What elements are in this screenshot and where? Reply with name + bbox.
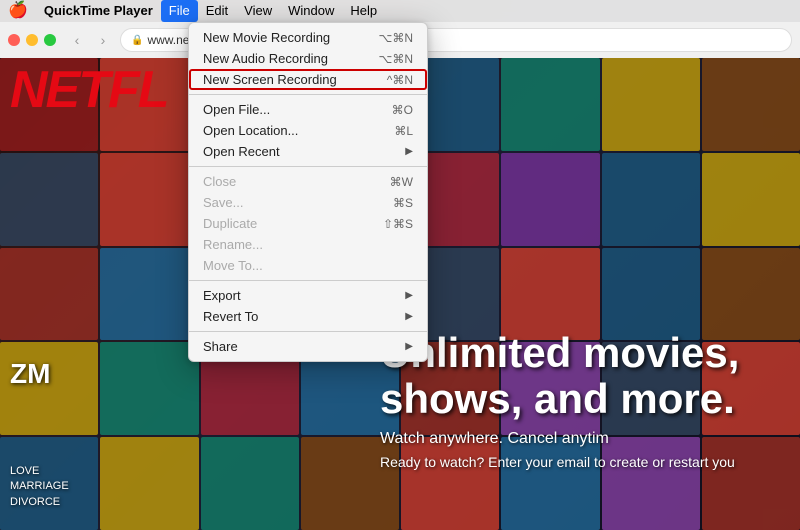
menu-shortcut: ⌘O: [392, 103, 413, 117]
menu-item-revert-to[interactable]: Revert To ▶: [189, 306, 427, 327]
submenu-arrow-icon: ▶: [405, 341, 413, 352]
menubar-help[interactable]: Help: [342, 0, 385, 22]
menubar-window[interactable]: Window: [280, 0, 342, 22]
menu-item-export[interactable]: Export ▶: [189, 285, 427, 306]
bg-tile: [702, 153, 800, 246]
menu-separator: [189, 94, 427, 95]
window-controls: [8, 34, 56, 46]
bottom-left-text: LOVE MARRIAGE DIVORCE: [10, 464, 69, 510]
hero-headline: Unlimited movies, shows, and more.: [380, 330, 800, 422]
maximize-button[interactable]: [44, 34, 56, 46]
submenu-arrow-icon: ▶: [405, 290, 413, 301]
menu-label: Close: [203, 174, 236, 189]
menu-shortcut: ⌘W: [390, 175, 413, 189]
menu-item-new-movie-recording[interactable]: New Movie Recording ⌥⌘N: [189, 27, 427, 48]
netflix-hero: Unlimited movies, shows, and more. Watch…: [380, 330, 800, 470]
bg-tile: [501, 153, 599, 246]
watch-text: Watch anywhere. Cancel anytim: [380, 430, 800, 448]
menu-separator: [189, 280, 427, 281]
submenu-arrow-icon: ▶: [405, 146, 413, 157]
menu-label: New Movie Recording: [203, 30, 330, 45]
menubar-edit[interactable]: Edit: [198, 0, 236, 22]
bg-tile: [602, 248, 700, 341]
menu-item-open-location...[interactable]: Open Location... ⌘L: [189, 120, 427, 141]
bg-tile: [100, 248, 198, 341]
bg-tile: [602, 153, 700, 246]
bg-tile: [100, 437, 198, 530]
menu-item-duplicate: Duplicate ⇧⌘S: [189, 213, 427, 234]
menu-shortcut: ⌥⌘N: [379, 31, 414, 45]
bg-tile: [100, 153, 198, 246]
menubar-file[interactable]: File: [161, 0, 198, 22]
menu-label: Duplicate: [203, 216, 257, 231]
menu-label: New Audio Recording: [203, 51, 328, 66]
menu-label: Rename...: [203, 237, 263, 252]
menu-label: Open File...: [203, 102, 270, 117]
minimize-button[interactable]: [26, 34, 38, 46]
menu-label: Open Location...: [203, 123, 298, 138]
close-button[interactable]: [8, 34, 20, 46]
menu-shortcut: ⌘S: [393, 196, 413, 210]
menu-shortcut: ⇧⌘S: [383, 217, 413, 231]
menu-separator: [189, 166, 427, 167]
menu-item-share[interactable]: Share ▶: [189, 336, 427, 357]
menu-separator: [189, 331, 427, 332]
menubar: 🍎 QuickTime Player File Edit View Window…: [0, 0, 800, 22]
menu-item-rename...: Rename...: [189, 234, 427, 255]
bg-tile: [100, 342, 198, 435]
bg-tile: [501, 58, 599, 151]
menu-label: Move To...: [203, 258, 263, 273]
menu-item-open-file...[interactable]: Open File... ⌘O: [189, 99, 427, 120]
forward-button[interactable]: ›: [92, 29, 114, 51]
menu-label: Save...: [203, 195, 243, 210]
zm-logo: ZM: [10, 358, 50, 390]
menu-item-move-to...: Move To...: [189, 255, 427, 276]
bg-tile: [201, 437, 299, 530]
menu-shortcut: ^⌘N: [387, 73, 413, 87]
lock-icon: 🔒: [131, 35, 143, 46]
apple-menu[interactable]: 🍎: [0, 0, 36, 22]
menubar-quicktime[interactable]: QuickTime Player: [36, 0, 161, 22]
back-button[interactable]: ‹: [66, 29, 88, 51]
menu-label: Share: [203, 339, 238, 354]
netflix-logo: NETFL: [10, 60, 168, 120]
menu-shortcut: ⌘L: [394, 124, 413, 138]
menu-item-new-audio-recording[interactable]: New Audio Recording ⌥⌘N: [189, 48, 427, 69]
bg-tile: [702, 248, 800, 341]
bg-tile: [0, 153, 98, 246]
menu-label: Export: [203, 288, 241, 303]
menu-shortcut: ⌥⌘N: [379, 52, 414, 66]
bg-tile: [501, 248, 599, 341]
menu-item-close: Close ⌘W: [189, 171, 427, 192]
menu-label: Open Recent: [203, 144, 280, 159]
bg-tile: [602, 58, 700, 151]
menu-label: Revert To: [203, 309, 258, 324]
bg-tile: [0, 248, 98, 341]
menu-item-open-recent[interactable]: Open Recent ▶: [189, 141, 427, 162]
menu-item-save...: Save... ⌘S: [189, 192, 427, 213]
file-menu-dropdown: New Movie Recording⌥⌘NNew Audio Recordin…: [188, 22, 428, 362]
menu-label: New Screen Recording: [203, 72, 337, 87]
bg-tile: [702, 58, 800, 151]
browser-nav: ‹ ›: [66, 29, 114, 51]
menu-item-new-screen-recording[interactable]: New Screen Recording ^⌘N: [189, 69, 427, 90]
ready-text: Ready to watch? Enter your email to crea…: [380, 454, 800, 470]
submenu-arrow-icon: ▶: [405, 311, 413, 322]
menubar-view[interactable]: View: [236, 0, 280, 22]
